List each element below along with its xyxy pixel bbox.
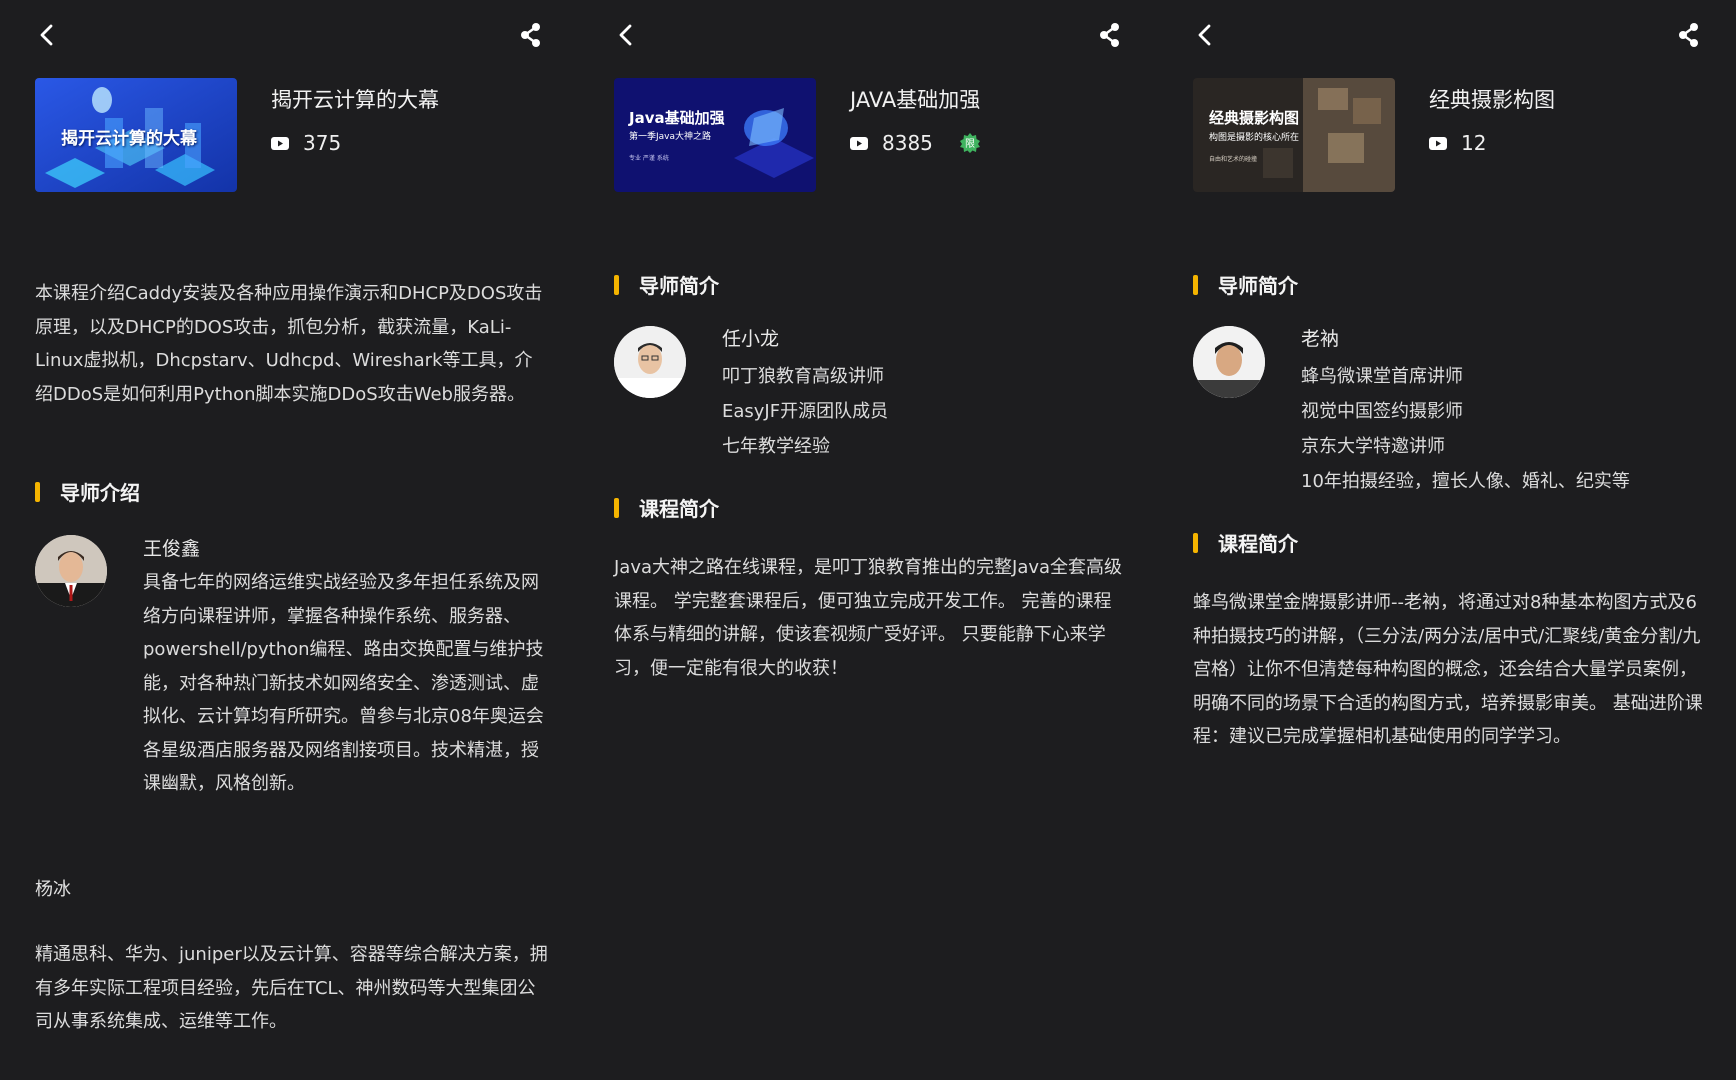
- course-screen-cloud: 揭开云计算的大幕 揭开云计算的大幕 375 本课程介绍Caddy安装及各种应用操…: [0, 0, 578, 1080]
- course-screen-photography: 经典摄影构图 构图是摄影的核心所在 自由和艺术的碰撞 经典摄影构图 12 导师简…: [1158, 0, 1736, 1080]
- course-cover-image[interactable]: Java基础加强 第一季Java大神之路 专业 严谨 系统: [614, 78, 816, 192]
- cover-small-text: 自由和艺术的碰撞: [1209, 156, 1258, 163]
- instructor-info-line: 叩丁狼教育高级讲师: [722, 366, 884, 387]
- limited-badge-icon: 限: [959, 133, 980, 153]
- course-cover-image[interactable]: 经典摄影构图 构图是摄影的核心所在 自由和艺术的碰撞: [1193, 78, 1395, 192]
- top-bar: [0, 0, 578, 70]
- badge-text: 限: [965, 138, 975, 150]
- back-arrow-icon[interactable]: [1192, 20, 1218, 50]
- course-cover-image[interactable]: 揭开云计算的大幕: [35, 78, 237, 192]
- section-title-course: 课程简介: [614, 493, 719, 522]
- instructor-info-line: 10年拍摄经验，擅长人像、婚礼、纪实等: [1301, 471, 1630, 492]
- back-arrow-icon[interactable]: [613, 20, 639, 50]
- accent-bar: [35, 481, 40, 502]
- instructor-name: 杨冰: [35, 879, 71, 900]
- instructor-info-line: 视觉中国签约摄影师: [1301, 401, 1463, 422]
- video-count: 8385: [882, 131, 933, 155]
- instructor-name: 老衲: [1301, 328, 1340, 350]
- course-title: 揭开云计算的大幕: [271, 88, 439, 112]
- instructor-avatar[interactable]: [614, 326, 686, 398]
- instructor-name: 任小龙: [722, 328, 780, 350]
- course-description: Java大神之路在线课程，是叩丁狼教育推出的完整Java全套高级课程。 学完整套…: [614, 557, 1123, 679]
- video-count: 12: [1461, 131, 1487, 155]
- cover-subtitle-text: 构图是摄影的核心所在: [1209, 133, 1300, 143]
- section-title-text: 导师简介: [639, 274, 719, 298]
- top-bar: [1158, 0, 1736, 70]
- course-title: 经典摄影构图: [1429, 88, 1555, 112]
- accent-bar: [1193, 274, 1198, 295]
- video-count: 375: [303, 131, 342, 155]
- section-title-text: 导师介绍: [60, 481, 140, 505]
- share-icon[interactable]: [1095, 20, 1125, 50]
- video-icon: [271, 136, 289, 150]
- instructor-info-line: EasyJF开源团队成员: [722, 401, 889, 422]
- instructor-avatar[interactable]: [1193, 326, 1265, 398]
- course-description: 本课程介绍Caddy安装及各种应用操作演示和DHCP及DOS攻击原理，以及DHC…: [35, 283, 543, 405]
- instructor-info-line: 蜂鸟微课堂首席讲师: [1301, 366, 1463, 387]
- video-count-row: 375: [271, 128, 341, 158]
- section-title-instructor: 导师简介: [614, 270, 719, 299]
- section-title-text: 导师简介: [1218, 274, 1298, 298]
- share-icon[interactable]: [516, 20, 546, 50]
- section-title-course: 课程简介: [1193, 528, 1298, 557]
- cover-small-text: 专业 严谨 系统: [629, 155, 669, 162]
- avatar-photo: [1193, 326, 1265, 398]
- cover-subtitle-text: 第一季Java大神之路: [629, 132, 712, 142]
- cover-title-text: 揭开云计算的大幕: [61, 129, 197, 149]
- share-icon[interactable]: [1674, 20, 1704, 50]
- cover-title-text: 经典摄影构图: [1209, 109, 1300, 127]
- video-icon: [1429, 136, 1447, 150]
- section-title-instructor: 导师简介: [1193, 270, 1298, 299]
- instructor-info-line: 京东大学特邀讲师: [1301, 436, 1445, 457]
- video-count-row: 8385 限: [850, 128, 981, 158]
- section-title-text: 课程简介: [1218, 532, 1298, 556]
- cover-title-text: Java基础加强: [629, 109, 725, 127]
- video-count-row: 12: [1429, 128, 1486, 158]
- instructor-bio: 具备七年的网络运维实战经验及多年担任系统及网络方向课程讲师，掌握各种操作系统、服…: [143, 572, 544, 794]
- avatar-photo: [614, 326, 686, 398]
- course-title: JAVA基础加强: [850, 88, 981, 112]
- instructor-bio: 精通思科、华为、juniper以及云计算、容器等综合解决方案，拥有多年实际工程项…: [35, 944, 548, 1032]
- accent-bar: [614, 274, 619, 295]
- section-title-text: 课程简介: [639, 497, 719, 521]
- course-description: 蜂鸟微课堂金牌摄影讲师--老衲，将通过对8种基本构图方式及6种拍摄技巧的讲解，（…: [1193, 592, 1703, 747]
- accent-bar: [614, 497, 619, 518]
- top-bar: [579, 0, 1157, 70]
- instructor-name: 王俊鑫: [143, 538, 201, 560]
- course-screen-java: Java基础加强 第一季Java大神之路 专业 严谨 系统 JAVA基础加强 8…: [579, 0, 1157, 1080]
- accent-bar: [1193, 532, 1198, 553]
- instructor-avatar[interactable]: [35, 535, 107, 607]
- video-icon: [850, 136, 868, 150]
- back-arrow-icon[interactable]: [34, 20, 60, 50]
- section-title-instructor: 导师介绍: [35, 477, 140, 506]
- instructor-info-line: 七年教学经验: [722, 436, 830, 457]
- avatar-photo: [35, 535, 107, 607]
